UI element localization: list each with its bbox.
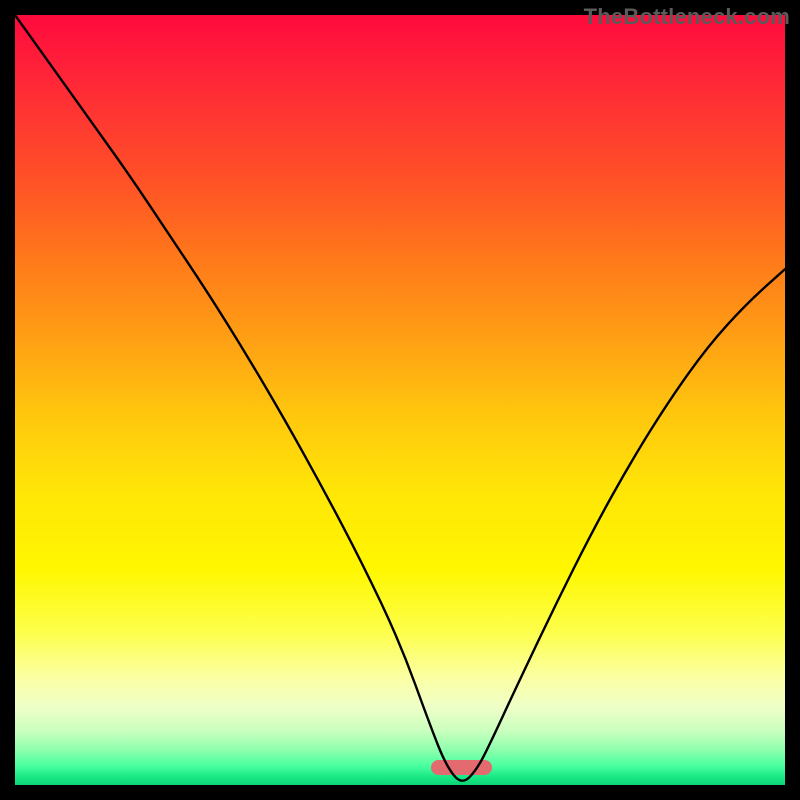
watermark-text: TheBottleneck.com [584, 4, 790, 30]
plot-area [15, 15, 785, 785]
chart-frame: TheBottleneck.com [0, 0, 800, 800]
bottleneck-curve [15, 15, 785, 785]
